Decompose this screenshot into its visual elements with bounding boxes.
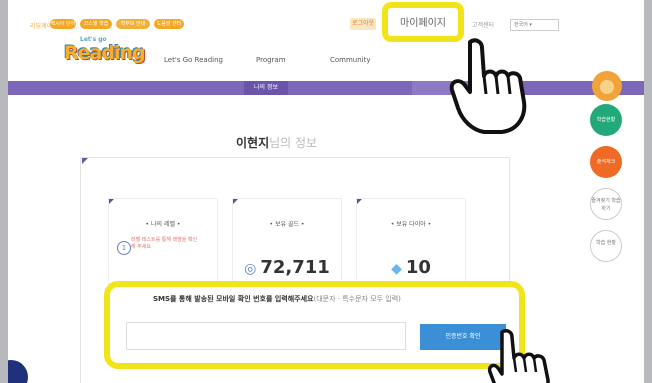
language-select-value: 한국어 <box>514 22 528 28</box>
screen: 리딩게이트 렉시아 단어 코스별 학습 학부모 안내 도움말 센터 로그아웃 마… <box>8 0 644 383</box>
stat-label-level: • 나의 레벨 • <box>145 221 181 228</box>
stat-corner-mark <box>233 199 238 204</box>
side-button-study-status[interactable]: 학습현황 <box>590 104 622 136</box>
sms-code-input[interactable] <box>126 322 406 350</box>
stat-label-diamond: • 보유 다이아 • <box>390 221 432 228</box>
stat-label-gold: • 보유 골드 • <box>269 221 305 228</box>
nav-item-program[interactable]: Program <box>256 56 286 64</box>
mascot-avatar[interactable] <box>592 71 622 101</box>
pointing-hand-icon <box>487 329 550 383</box>
level-note: 레벨 테스트를 통해 레벨을 확인해 주세요 <box>131 237 198 250</box>
page-title: 이현지님의 정보 <box>236 134 317 151</box>
coin-icon: ◎ <box>244 261 257 277</box>
language-select[interactable]: 한국어 ▾ <box>510 19 559 31</box>
page-title-suffix: 님의 정보 <box>269 136 318 150</box>
customer-center-link[interactable]: 고객센터 <box>472 20 494 29</box>
topbar-pill-4[interactable]: 도움말 센터 <box>154 19 184 29</box>
side-button-progress[interactable]: 학습 현황 <box>590 230 622 262</box>
corner-decoration <box>8 360 28 383</box>
diamond-icon: ◆ <box>391 261 402 277</box>
nav-item-reading[interactable]: Let's Go Reading <box>164 56 223 64</box>
user-name: 이현지 <box>236 136 270 150</box>
mypage-link[interactable]: 마이페이지 <box>382 14 464 29</box>
sub-nav-band <box>8 81 644 95</box>
side-button-attendance[interactable]: 출석체크 <box>590 146 622 178</box>
gold-value-row: ◎ 72,711 <box>233 257 341 278</box>
stat-corner-mark <box>357 199 362 204</box>
gold-value: 72,711 <box>260 257 330 278</box>
level-badge: 1 <box>117 241 131 255</box>
sms-prompt: SMS를 통해 발송된 모바일 확인 번호를 입력해주세요(대문자 · 특수문자… <box>153 295 401 303</box>
pointing-hand-icon <box>449 38 527 134</box>
site-logo[interactable]: Reading <box>64 42 146 64</box>
topbar-pill-3[interactable]: 학부모 안내 <box>116 19 150 29</box>
tab-my-info[interactable]: 나의 정보 <box>244 81 288 95</box>
sms-hint: (대문자 · 특수문자 모두 입력) <box>313 295 401 303</box>
card-corner-mark <box>82 158 88 164</box>
diamond-value-row: ◆ 10 <box>357 257 465 278</box>
side-button-favorites[interactable]: 즐겨찾기 학습하기 <box>590 188 622 220</box>
nav-item-community[interactable]: Community <box>330 56 371 64</box>
diamond-value: 10 <box>405 257 431 278</box>
stat-corner-mark <box>109 199 114 204</box>
topbar-pill-2[interactable]: 코스별 학습 <box>80 19 112 29</box>
logout-button[interactable]: 로그아웃 <box>350 18 376 30</box>
topbar-pill-1[interactable]: 렉시아 단어 <box>50 19 76 29</box>
